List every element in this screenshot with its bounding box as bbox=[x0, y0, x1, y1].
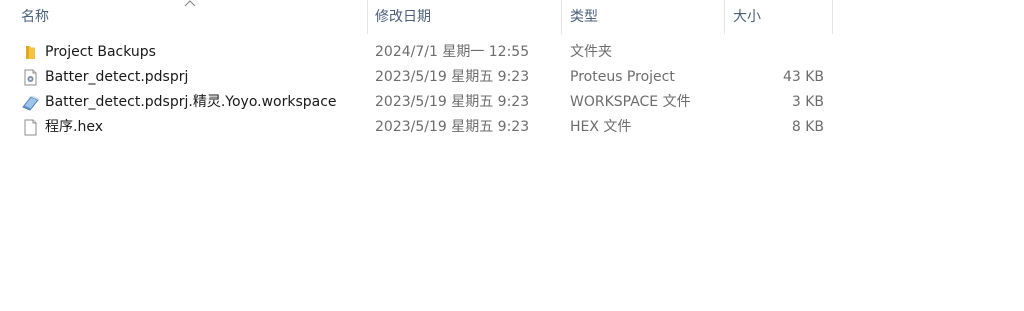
file-type: Proteus Project bbox=[570, 69, 675, 85]
column-header-name[interactable]: 名称 bbox=[15, 0, 367, 34]
file-name: Project Backups bbox=[45, 44, 156, 60]
file-name: Batter_detect.pdsprj bbox=[45, 69, 189, 85]
column-header-date[interactable]: 修改日期 bbox=[369, 0, 561, 34]
file-name: 程序.hex bbox=[45, 119, 103, 135]
workspace-file-icon bbox=[22, 95, 39, 111]
folder-icon bbox=[26, 46, 35, 59]
file-type: HEX 文件 bbox=[570, 119, 632, 135]
file-date: 2023/5/19 星期五 9:23 bbox=[375, 69, 530, 85]
file-type: WORKSPACE 文件 bbox=[570, 94, 691, 110]
column-header-name-label: 名称 bbox=[21, 9, 49, 25]
blank-file-icon bbox=[24, 119, 37, 136]
column-divider[interactable] bbox=[724, 0, 725, 34]
file-date: 2024/7/1 星期一 12:55 bbox=[375, 44, 530, 60]
column-header-type-label: 类型 bbox=[570, 9, 598, 25]
file-size: 43 KB bbox=[782, 69, 824, 85]
file-row[interactable]: Batter_detect.pdsprj.精灵.Yoyo.workspace 2… bbox=[0, 90, 1024, 115]
file-size: 3 KB bbox=[791, 94, 824, 110]
file-date: 2023/5/19 星期五 9:23 bbox=[375, 94, 530, 110]
column-header-type[interactable]: 类型 bbox=[564, 0, 724, 34]
file-row[interactable]: 程序.hex 2023/5/19 星期五 9:23 HEX 文件 8 KB bbox=[0, 115, 1024, 140]
column-divider[interactable] bbox=[367, 0, 368, 34]
file-list-view: 名称 修改日期 类型 大小 Project Backups 2024/7/1 星… bbox=[0, 0, 1024, 311]
file-date: 2023/5/19 星期五 9:23 bbox=[375, 119, 530, 135]
file-row[interactable]: Batter_detect.pdsprj 2023/5/19 星期五 9:23 … bbox=[0, 65, 1024, 90]
column-divider[interactable] bbox=[561, 0, 562, 34]
file-type: 文件夹 bbox=[570, 44, 612, 60]
file-size: 8 KB bbox=[791, 119, 824, 135]
column-header-size[interactable]: 大小 bbox=[727, 0, 832, 34]
file-row[interactable]: Project Backups 2024/7/1 星期一 12:55 文件夹 bbox=[0, 40, 1024, 65]
file-size bbox=[730, 40, 824, 65]
column-divider[interactable] bbox=[832, 0, 833, 34]
column-header-row: 名称 修改日期 类型 大小 bbox=[0, 0, 1024, 34]
proteus-project-icon bbox=[24, 69, 37, 86]
column-header-size-label: 大小 bbox=[733, 9, 761, 25]
column-header-date-label: 修改日期 bbox=[375, 9, 431, 25]
file-name: Batter_detect.pdsprj.精灵.Yoyo.workspace bbox=[45, 94, 337, 110]
